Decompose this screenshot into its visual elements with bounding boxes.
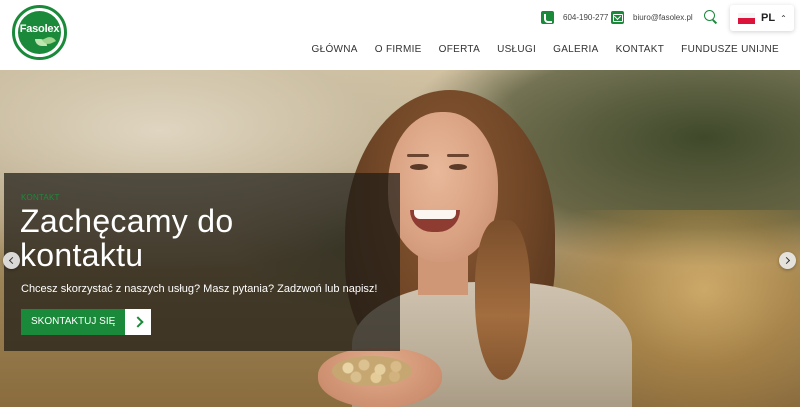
chevron-up-icon: ⌃ [780,13,787,23]
nav-item-kontakt[interactable]: KONTAKT [616,44,665,55]
fasolex-logo[interactable]: Fasolex [12,5,67,60]
nav-item-glowna[interactable]: GŁÓWNA [312,44,358,55]
hero-title: Zachęcamy do kontaktu [20,203,234,273]
phone-icon [541,10,554,24]
chevron-right-icon[interactable] [125,309,152,335]
flag-pl-icon [738,12,755,24]
main-nav: GŁÓWNA O FIRMIE OFERTA USŁUGI GALERIA KO… [312,44,779,55]
hero-caption-panel: KONTAKT Zachęcamy do kontaktu Chcesz sko… [4,173,400,351]
hero-photo-brow [447,154,469,157]
hero-photo-hair [475,220,530,380]
hero-photo-brow [407,154,429,157]
phone-contact[interactable]: 604-190-277 [541,10,608,24]
nav-item-uslugi[interactable]: USŁUGI [497,44,536,55]
nav-item-oferta[interactable]: OFERTA [439,44,480,55]
nav-item-o-firmie[interactable]: O FIRMIE [375,44,422,55]
logo-badge: Fasolex [18,11,61,54]
search-icon[interactable] [704,10,717,23]
hero-kicker: KONTAKT [21,193,60,202]
language-code: PL [761,12,776,24]
logo-text: Fasolex [19,23,60,35]
arrow-left-icon[interactable] [3,252,20,269]
nav-item-galeria[interactable]: GALERIA [553,44,598,55]
hero-photo-eye [410,164,428,170]
hero-photo-beans [332,356,412,386]
phone-number[interactable]: 604-190-277 [563,13,608,22]
hero-slider: KONTAKT Zachęcamy do kontaktu Chcesz sko… [0,70,800,407]
hero-photo-eye [449,164,467,170]
nav-item-fundusze-unijne[interactable]: FUNDUSZE UNIJNE [681,44,779,55]
cta-label[interactable]: SKONTAKTUJ SIĘ [21,309,126,335]
hero-subtitle: Chcesz skorzystać z naszych usług? Masz … [21,283,378,295]
site-header: Fasolex 604-190-277 biuro@fasolex.pl PL … [0,0,800,70]
language-selector[interactable]: PL ⌃ [730,5,794,31]
page: Fasolex 604-190-277 biuro@fasolex.pl PL … [0,0,800,407]
email-contact[interactable]: biuro@fasolex.pl [611,10,693,24]
contact-cta-button[interactable]: SKONTAKTUJ SIĘ [21,309,152,335]
mail-icon [611,10,624,24]
email-address[interactable]: biuro@fasolex.pl [633,13,693,22]
arrow-right-icon[interactable] [779,252,796,269]
